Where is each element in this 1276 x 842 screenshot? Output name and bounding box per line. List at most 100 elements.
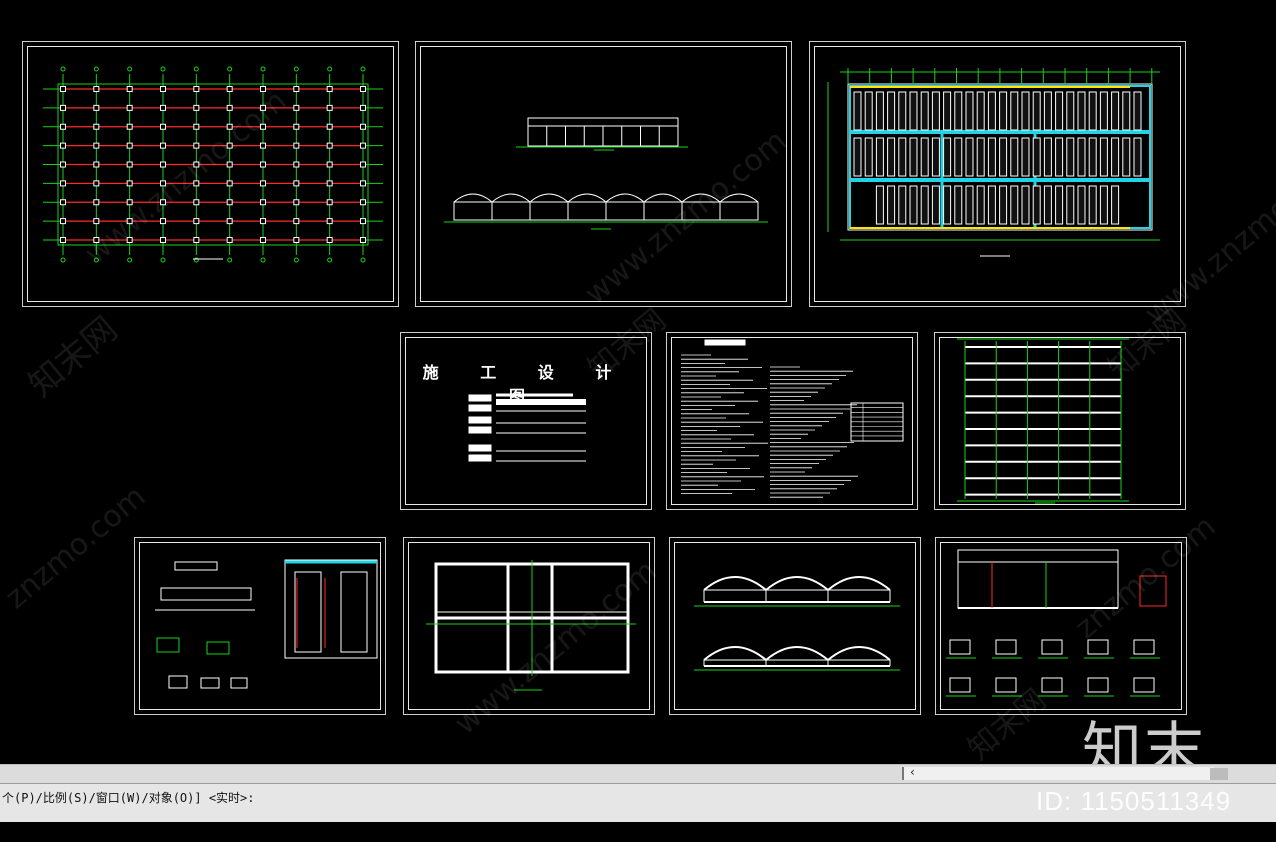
cad-rect	[293, 123, 300, 130]
cad-rect	[875, 185, 884, 225]
arch-section-drawing	[694, 576, 900, 671]
cad-rect	[60, 161, 66, 168]
cad-rect	[160, 142, 166, 149]
cad-rect	[1133, 137, 1142, 177]
cad-rect	[468, 426, 492, 434]
cad-rect	[93, 237, 100, 243]
axis-bubble	[227, 257, 233, 263]
cad-rect	[260, 86, 266, 92]
cad-rect	[293, 161, 300, 168]
sheet-section-nodes[interactable]	[935, 537, 1187, 715]
cad-rect	[326, 104, 333, 111]
cad-rect	[468, 454, 492, 462]
axis-bubble	[327, 66, 333, 72]
cad-rect	[965, 91, 974, 131]
cad-rect	[964, 346, 1122, 496]
sheet-floor-plan[interactable]	[809, 41, 1186, 307]
sheet-details[interactable]	[134, 537, 386, 715]
sheet-arch-sections[interactable]	[669, 537, 921, 715]
cad-rect	[976, 185, 985, 225]
cad-rect	[126, 161, 133, 168]
cad-rect	[1099, 185, 1108, 225]
cad-rect	[999, 91, 1008, 131]
axis-bubble	[93, 257, 99, 263]
scrollbar-track[interactable]	[902, 767, 1214, 780]
cad-rect	[93, 142, 100, 149]
cad-rect	[987, 91, 996, 131]
axis-bubble	[293, 257, 299, 263]
sheet-cover[interactable]: 施 工 设 计 图	[400, 332, 652, 510]
cad-rect	[887, 137, 896, 177]
scroll-left-icon[interactable]: ‹	[910, 765, 915, 779]
cad-rect	[468, 444, 492, 452]
axis-bubble	[160, 66, 166, 72]
cad-rect	[864, 137, 873, 177]
cad-rect	[260, 123, 266, 130]
cad-rect	[293, 86, 300, 92]
axis-bubble	[227, 66, 233, 72]
sheet-column-grid-plan[interactable]	[22, 41, 399, 307]
cad-rect	[193, 180, 200, 187]
cad-rect	[909, 91, 918, 131]
cad-rect	[1010, 137, 1019, 177]
cad-rect	[160, 86, 166, 92]
cad-rect	[1043, 91, 1052, 131]
cad-rect	[1055, 137, 1064, 177]
axis-bubble	[260, 257, 266, 263]
cad-rect	[931, 91, 940, 131]
sheet-roof-plan[interactable]	[934, 332, 1186, 510]
cad-rect	[226, 104, 233, 111]
cad-rect	[93, 86, 100, 92]
cad-rect	[949, 639, 971, 655]
arch-roof	[567, 193, 607, 203]
cad-rect	[226, 199, 233, 206]
cad-rect	[160, 123, 166, 130]
arch-roof	[719, 193, 759, 203]
cad-rect	[1133, 639, 1155, 655]
cad-rect	[853, 137, 862, 177]
cad-rect	[360, 104, 366, 111]
sheet-foundation-plan[interactable]	[403, 537, 655, 715]
cad-rect	[1055, 185, 1064, 225]
cad-rect	[60, 123, 66, 130]
cad-rect	[898, 185, 907, 225]
cad-rect	[226, 161, 233, 168]
sheet-elevations[interactable]	[415, 41, 792, 307]
cad-rect	[1077, 137, 1086, 177]
cad-rect	[887, 91, 896, 131]
cad-rect	[60, 199, 66, 206]
scrollbar-thumb[interactable]	[1210, 768, 1228, 780]
cad-rect	[999, 137, 1008, 177]
cad-rect	[1087, 677, 1109, 693]
cad-rect	[920, 91, 929, 131]
cad-rect	[995, 677, 1017, 693]
cad-rect	[193, 142, 200, 149]
command-prompt: 个(P)/比例(S)/窗口(W)/对象(O)] <实时>:	[2, 791, 255, 805]
column-grid-drawing	[43, 66, 383, 263]
cad-rect	[284, 559, 378, 659]
cad-rect	[954, 91, 963, 131]
cad-rect	[93, 104, 100, 111]
cad-rect	[1133, 677, 1155, 693]
cad-rect	[126, 218, 133, 225]
axis-bubble	[60, 257, 66, 263]
cad-rect	[957, 561, 1119, 609]
sheet-design-notes[interactable]	[666, 332, 918, 510]
horizontal-scrollbar[interactable]: ‹	[0, 764, 1276, 783]
cad-rect	[931, 137, 940, 177]
arch-truss	[765, 646, 829, 661]
cad-rect	[875, 91, 884, 131]
cad-rect	[360, 199, 366, 206]
cad-rect	[93, 218, 100, 225]
cad-rect	[260, 180, 266, 187]
cad-rect	[93, 180, 100, 187]
cad-rect	[260, 218, 266, 225]
cad-rect	[1032, 185, 1041, 225]
cad-rect	[999, 185, 1008, 225]
cad-rect	[326, 161, 333, 168]
cad-rect	[326, 123, 333, 130]
cad-rect	[1010, 185, 1019, 225]
cad-rect	[1041, 677, 1063, 693]
cad-rect	[360, 142, 366, 149]
arch-roof	[605, 193, 645, 203]
